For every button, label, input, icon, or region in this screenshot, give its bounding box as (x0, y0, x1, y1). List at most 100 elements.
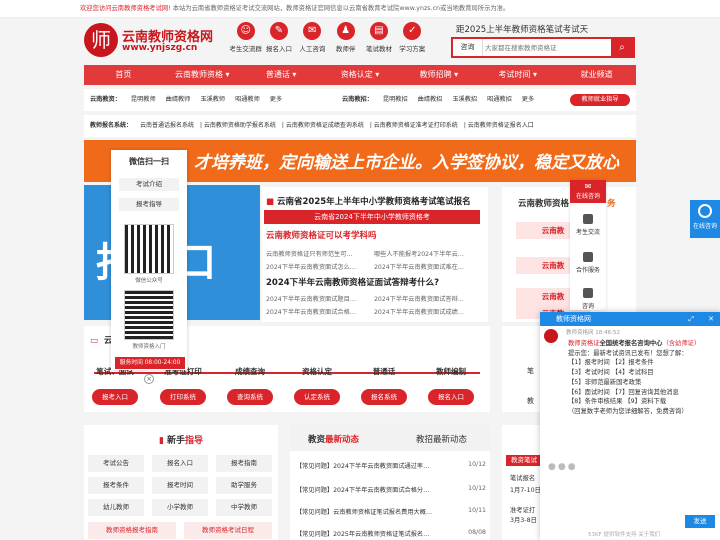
tab-label-a: 教资 (308, 435, 326, 445)
news-link[interactable]: 云南教师资格证只有师范生可… (266, 249, 374, 258)
panel-item[interactable]: 教 (527, 396, 534, 406)
shortcut-exam-group[interactable]: ☺ 考生交流群 (229, 22, 262, 60)
guide-item[interactable]: 小学教师 (152, 499, 208, 516)
header-shortcuts: ☺ 考生交流群 ✎ 报名入口 ✉ 人工咨询 ♟ 教师伴 ▤ 笔试教材 ✓ 学习方案 (229, 22, 429, 60)
search-label[interactable]: 咨询 (453, 39, 483, 56)
headline-1[interactable]: ■ 云南省2025年上半年中小学教师资格考试笔试报名 (266, 195, 471, 207)
maximize-icon[interactable]: ⤢ (688, 312, 694, 326)
news-link[interactable]: 2024下半年云南教资面试难在… (374, 262, 482, 271)
shortcut-register[interactable]: ✎ 报名入口 (262, 22, 295, 60)
shortcut-teacher[interactable]: ♟ 教师伴 (329, 22, 362, 60)
guide-link[interactable]: 教师资格报考指南 (88, 522, 176, 539)
banner-text: 才培养班，定向输送上市企业。入学签协议，稳定又放心 (194, 153, 619, 173)
guide-item[interactable]: 考试公告 (88, 455, 144, 472)
panel-item[interactable]: 笔 (527, 366, 534, 376)
headline-2[interactable]: 云南教师资格证可以考学科吗 (266, 229, 377, 241)
close-icon[interactable]: ✕ (708, 312, 714, 326)
nav-employment[interactable]: 就业频道 (557, 65, 636, 85)
guide-item[interactable]: 报名入口 (152, 455, 208, 472)
shortcut-consult[interactable]: ✉ 人工咨询 (296, 22, 329, 60)
guide-link[interactable]: 教师资格考试日程 (184, 522, 272, 539)
guide-item[interactable]: 中学教师 (216, 499, 272, 516)
news-link[interactable]: 2024下半年云南教资面试怎么… (266, 262, 374, 271)
msg-option: 【3】考试时间 【4】考试科目 (568, 369, 654, 377)
send-button[interactable]: 发送 (685, 515, 715, 528)
city-more-link[interactable]: 更多 (522, 96, 534, 103)
city-link[interactable]: 昭通教招 (487, 96, 512, 103)
table-row[interactable]: 【常见问题】云南教师资格证笔试报名费用大概… 10/11 (296, 507, 486, 516)
nav-mandarin[interactable]: 普通话 ▾ (242, 65, 321, 85)
shortcut-plan[interactable]: ✓ 学习方案 (396, 22, 429, 60)
chat-meta: 教师资格网 18:46:52 (566, 330, 620, 336)
nav-home[interactable]: 首页 (84, 65, 163, 85)
system-link[interactable]: 云南教师资格证报名入口 (468, 122, 534, 129)
system-link[interactable]: 云南教师资格证成绩查询系统 (286, 122, 364, 129)
city-link[interactable]: 昆明教师 (131, 96, 156, 103)
online-consult-button[interactable]: 在线咨询 (690, 200, 720, 238)
news-link[interactable]: 2024下半年云南教资面试成绩… (374, 307, 482, 316)
headline-3[interactable]: 2024下半年云南教师资格证面试答辩考什么? (266, 276, 439, 288)
sidebar-item-cooperation[interactable]: 合作服务 (570, 252, 606, 274)
system-link[interactable]: 云南普通话报名系统 (140, 122, 194, 129)
sidebar-item-exchange[interactable]: 考生交流 (570, 214, 606, 236)
step-button[interactable]: 打印系统 (160, 389, 206, 405)
shortcut-books[interactable]: ▤ 笔试教材 (362, 22, 395, 60)
wechat-intro-button[interactable]: 考试介绍 (119, 178, 179, 191)
step-item: 资格认定 认定系统 (286, 366, 348, 405)
system-link[interactable]: 云南教师资格证准考证打印系统 (374, 122, 458, 129)
latest-news: 教资最新动态 教招最新动态 【常见问题】2024下半年云南教资面试通过率… 10/… (290, 425, 490, 540)
search-input[interactable] (485, 41, 605, 54)
chat-message: 教师资格证全国统考报名咨询中心（含幼师证） 提示您：最新考试资讯已发布！您想了解… (568, 339, 716, 417)
register-icon: ✎ (269, 22, 288, 40)
guide-item[interactable]: 报考指南 (216, 455, 272, 472)
search-button[interactable]: ⌕ (611, 39, 633, 56)
headline-bar[interactable]: 云南省2024下半年中小学教师资格考 (264, 210, 480, 224)
nav-yunnan-qualification[interactable]: 云南教师资格 ▾ (163, 65, 242, 85)
step-button[interactable]: 报考入口 (92, 389, 138, 405)
news-link[interactable]: 2024下半年云南教资面试题目… (266, 294, 374, 303)
step-button[interactable]: 报名入口 (428, 389, 474, 405)
city-link[interactable]: 昆明教招 (383, 96, 408, 103)
schedule-item[interactable]: 笔试报名 (510, 473, 535, 482)
guide-item[interactable]: 助学服务 (216, 477, 272, 494)
step-button[interactable]: 查询系统 (227, 389, 273, 405)
headline-news: ■ 云南省2025年上半年中小学教师资格考试笔试报名 云南省2024下半年中小学… (262, 187, 488, 322)
list-item: 2024下半年云南教资面试合格… 2024下半年云南教资面试成绩… (266, 307, 486, 318)
wechat-guide-button[interactable]: 报考指导 (119, 198, 179, 211)
city-link[interactable]: 曲靖教招 (418, 96, 443, 103)
sidebar-item-briefcase[interactable]: 咨询 (570, 288, 606, 310)
news-link[interactable]: 哪些人不能报考2024下半年云… (374, 249, 482, 258)
close-icon[interactable]: × (144, 374, 154, 384)
city-group-title: 云南教资： (90, 96, 121, 103)
sidebar-consult[interactable]: ✉ 在线咨询 (570, 180, 606, 203)
city-group-recruitment: 云南教招： 昆明教招 曲靖教招 玉溪教招 昭通教招 更多 (342, 89, 542, 111)
employment-guide-button[interactable]: 教师就业指导 (570, 94, 630, 106)
city-link[interactable]: 曲靖教师 (166, 96, 191, 103)
nav-certification[interactable]: 资格认定 ▾ (321, 65, 400, 85)
city-link[interactable]: 玉溪教招 (452, 96, 477, 103)
nav-exam-time[interactable]: 考试时间 ▾ (478, 65, 557, 85)
city-links: 云南教资： 昆明教师 曲靖教师 玉溪教师 昭通教师 更多 云南教招： 昆明教招 … (84, 89, 636, 111)
guide-item[interactable]: 报考时间 (152, 477, 208, 494)
news-link[interactable]: 2024下半年云南教资面试答辩… (374, 294, 482, 303)
table-row[interactable]: 【常见问题】2025年云南教师资格证笔试报名… 08/08 (296, 529, 486, 538)
tab-recruitment-news[interactable]: 教招最新动态 (416, 433, 467, 445)
step-button[interactable]: 报名系统 (361, 389, 407, 405)
step-button[interactable]: 认定系统 (294, 389, 340, 405)
city-link[interactable]: 玉溪教师 (200, 96, 225, 103)
city-more-link[interactable]: 更多 (270, 96, 282, 103)
step-item: 普通话 报名系统 (353, 366, 415, 405)
table-row[interactable]: 【常见问题】2024下半年云南教资面试合格分… 10/12 (296, 485, 486, 494)
nav-recruitment[interactable]: 教师招聘 ▾ (399, 65, 478, 85)
chat-icon: ✉ (303, 22, 322, 40)
site-logo[interactable]: 师 云南教师资格网 www.ynjszg.cn (84, 23, 219, 59)
main-nav: 首页 云南教师资格 ▾ 普通话 ▾ 资格认定 ▾ 教师招聘 ▾ 考试时间 ▾ 就… (84, 65, 636, 85)
guide-item[interactable]: 报考条件 (88, 477, 144, 494)
system-link[interactable]: 云南教师资格助学报名系统 (204, 122, 276, 129)
table-row[interactable]: 【常见问题】2024下半年云南教资面试通过率… 10/12 (296, 461, 486, 470)
guide-item[interactable]: 幼儿教师 (88, 499, 144, 516)
schedule-item[interactable]: 准考证打 (510, 505, 535, 514)
news-link[interactable]: 2024下半年云南教资面试合格… (266, 307, 374, 316)
city-link[interactable]: 昭通教师 (235, 96, 260, 103)
tab-qualification-news[interactable]: 教资最新动态 (308, 433, 359, 445)
